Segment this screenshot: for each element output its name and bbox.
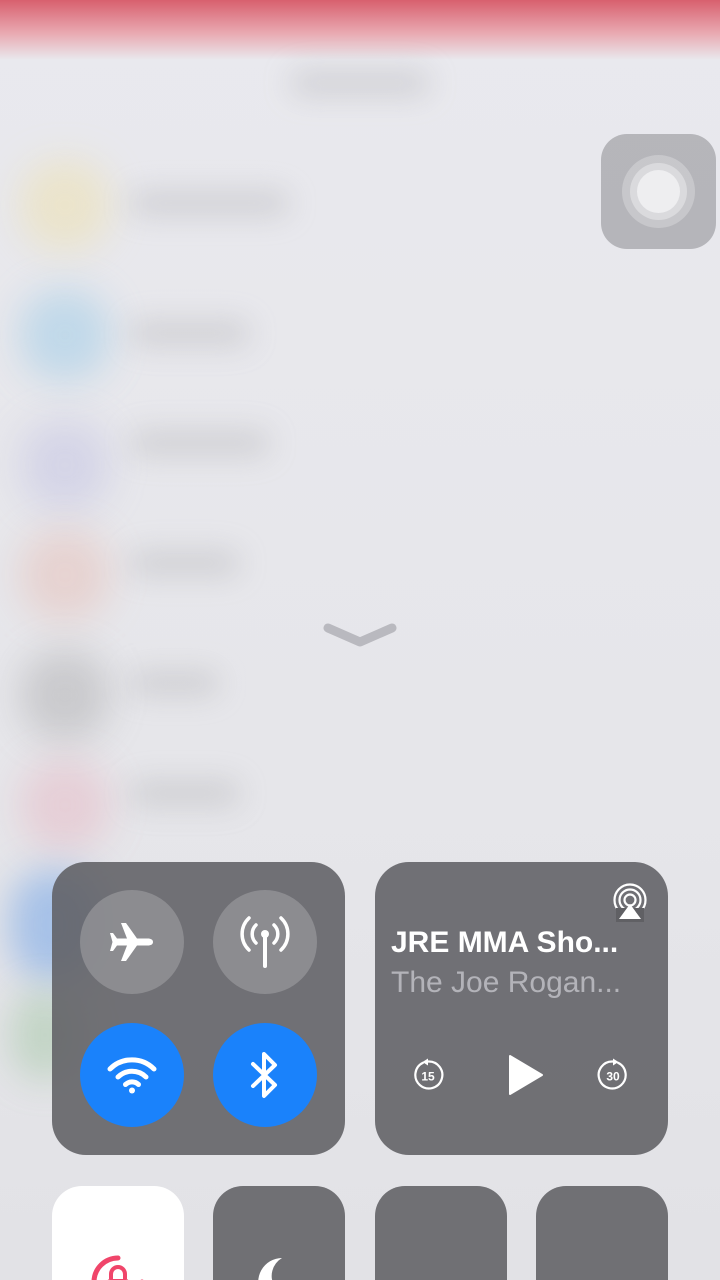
skip-back-15-icon: 15 — [414, 1058, 444, 1090]
skip-back-label: 15 — [421, 1070, 435, 1084]
airplay-audio-icon[interactable] — [610, 882, 650, 922]
skip-forward-30-icon: 30 — [597, 1058, 627, 1090]
play-button[interactable] — [502, 1052, 548, 1098]
assistive-touch-icon — [637, 170, 680, 213]
blurred-app-icon — [20, 650, 110, 740]
play-icon — [509, 1055, 543, 1095]
blurred-text — [130, 320, 250, 346]
bluetooth-icon — [251, 1052, 277, 1098]
blurred-app-icon — [20, 160, 110, 250]
bluetooth-toggle[interactable] — [213, 1023, 317, 1127]
do-not-disturb-toggle[interactable] — [213, 1186, 345, 1280]
blurred-top-bar — [0, 0, 720, 60]
rotation-lock-toggle[interactable] — [52, 1186, 184, 1280]
blurred-app-icon — [20, 420, 110, 510]
airplane-mode-toggle[interactable] — [80, 890, 184, 994]
now-playing-title: JRE MMA Sho... — [391, 926, 619, 959]
airplane-icon — [110, 923, 153, 961]
now-playing-subtitle: The Joe Rogan... — [391, 966, 622, 999]
connectivity-module — [52, 862, 345, 1155]
blurred-app-icon — [20, 530, 110, 620]
blurred-text — [130, 190, 290, 216]
blurred-text — [130, 550, 240, 576]
skip-forward-30-button[interactable]: 30 — [596, 1058, 630, 1092]
cellular-data-toggle[interactable] — [213, 890, 317, 994]
skip-back-15-button[interactable]: 15 — [411, 1058, 445, 1092]
assistive-touch-button[interactable] — [601, 134, 716, 249]
blurred-text — [130, 670, 220, 696]
cellular-antenna-icon — [240, 916, 290, 968]
wifi-toggle[interactable] — [80, 1023, 184, 1127]
blurred-text — [290, 70, 430, 96]
moon-icon — [258, 1258, 282, 1280]
chevron-down-icon[interactable] — [322, 618, 398, 648]
blurred-text — [130, 780, 240, 806]
wifi-icon — [107, 1057, 157, 1094]
control-tile[interactable] — [536, 1186, 668, 1280]
blurred-app-icon — [20, 760, 110, 850]
skip-forward-label: 30 — [606, 1070, 620, 1084]
rotation-lock-icon — [91, 1255, 144, 1280]
now-playing-module[interactable]: JRE MMA Sho... The Joe Rogan... 15 30 — [375, 862, 668, 1155]
control-tile[interactable] — [375, 1186, 507, 1280]
blurred-text — [130, 430, 270, 456]
blurred-app-icon — [20, 290, 110, 380]
